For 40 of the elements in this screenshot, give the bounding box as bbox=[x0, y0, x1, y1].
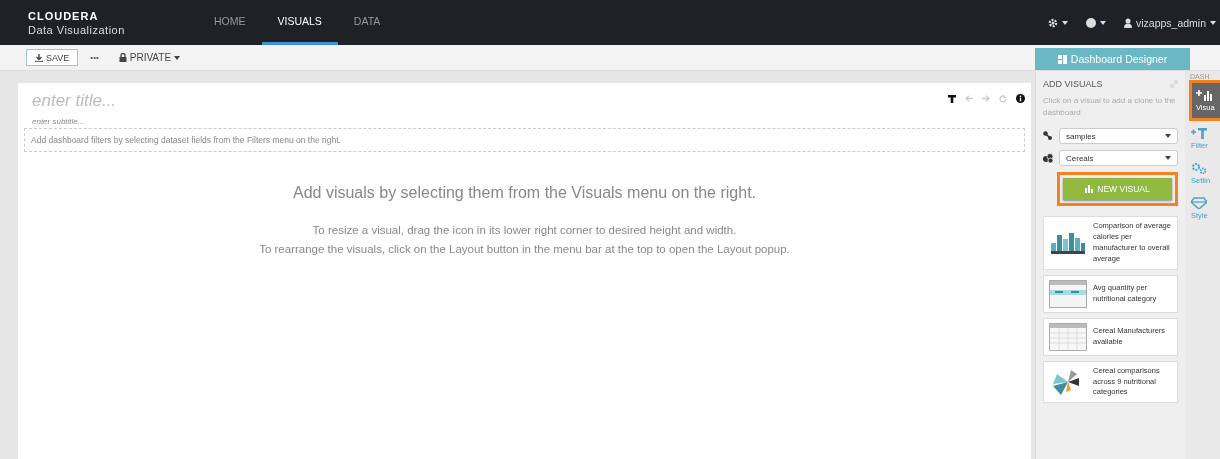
dataset-icon bbox=[1043, 153, 1053, 164]
caret-icon bbox=[1165, 156, 1171, 161]
filter-hint: Add dashboard filters by selecting dataset fields from the Filters menu on the right. bbox=[24, 128, 1025, 152]
caret-icon bbox=[1210, 20, 1216, 25]
save-button[interactable]: SAVE bbox=[26, 49, 79, 66]
caret-icon bbox=[1165, 134, 1171, 139]
add-filter-icon bbox=[1191, 127, 1207, 139]
panel-title: ADD VISUALS bbox=[1043, 79, 1103, 89]
caret-icon bbox=[1061, 20, 1068, 25]
nav-tab[interactable]: HOME bbox=[198, 0, 262, 45]
product-name: Data Visualization bbox=[28, 23, 126, 36]
privacy-dropdown[interactable]: PRIVATE bbox=[118, 52, 181, 63]
connection-dropdown[interactable]: samples bbox=[1059, 128, 1178, 145]
info-icon[interactable] bbox=[1016, 94, 1025, 103]
link-icon bbox=[1043, 131, 1053, 142]
empty-heading: Add visuals by selecting them from the Visuals menu on the right. bbox=[291, 184, 758, 202]
nav-tab[interactable]: DATA bbox=[337, 0, 397, 45]
more-button[interactable]: ••• bbox=[90, 53, 99, 62]
dataset-dropdown[interactable]: Cereals bbox=[1059, 150, 1178, 167]
download-icon bbox=[35, 53, 43, 62]
user-menu[interactable]: vizapps_admin bbox=[1123, 16, 1216, 29]
gears-icon bbox=[1191, 162, 1207, 174]
table-thumbnail bbox=[1049, 322, 1087, 351]
user-icon bbox=[1123, 17, 1132, 28]
diamond-icon bbox=[1191, 197, 1207, 209]
caret-icon bbox=[1099, 20, 1106, 25]
bar-chart-icon bbox=[1085, 185, 1095, 194]
settings-icon bbox=[1047, 17, 1058, 28]
settings-menu[interactable] bbox=[1047, 17, 1068, 28]
filter-icon[interactable] bbox=[948, 94, 956, 103]
brand-logo: CLOUDERA bbox=[28, 9, 100, 22]
caret-icon bbox=[174, 55, 181, 60]
help-text: To rearrange the visuals, click on the Layout button in the menu bar at the top to open the Layout popup. bbox=[259, 243, 790, 255]
subtitle-field[interactable]: enter subtitle... bbox=[24, 111, 1025, 128]
help-menu[interactable] bbox=[1085, 17, 1106, 28]
layout-icon bbox=[1057, 54, 1067, 64]
help-text: To resize a visual, drag the icon in its lower right corner to desired height and width. bbox=[312, 224, 737, 236]
lock-icon bbox=[118, 53, 127, 62]
crosstab-thumbnail bbox=[1049, 279, 1087, 308]
add-chart-icon bbox=[1196, 89, 1212, 101]
